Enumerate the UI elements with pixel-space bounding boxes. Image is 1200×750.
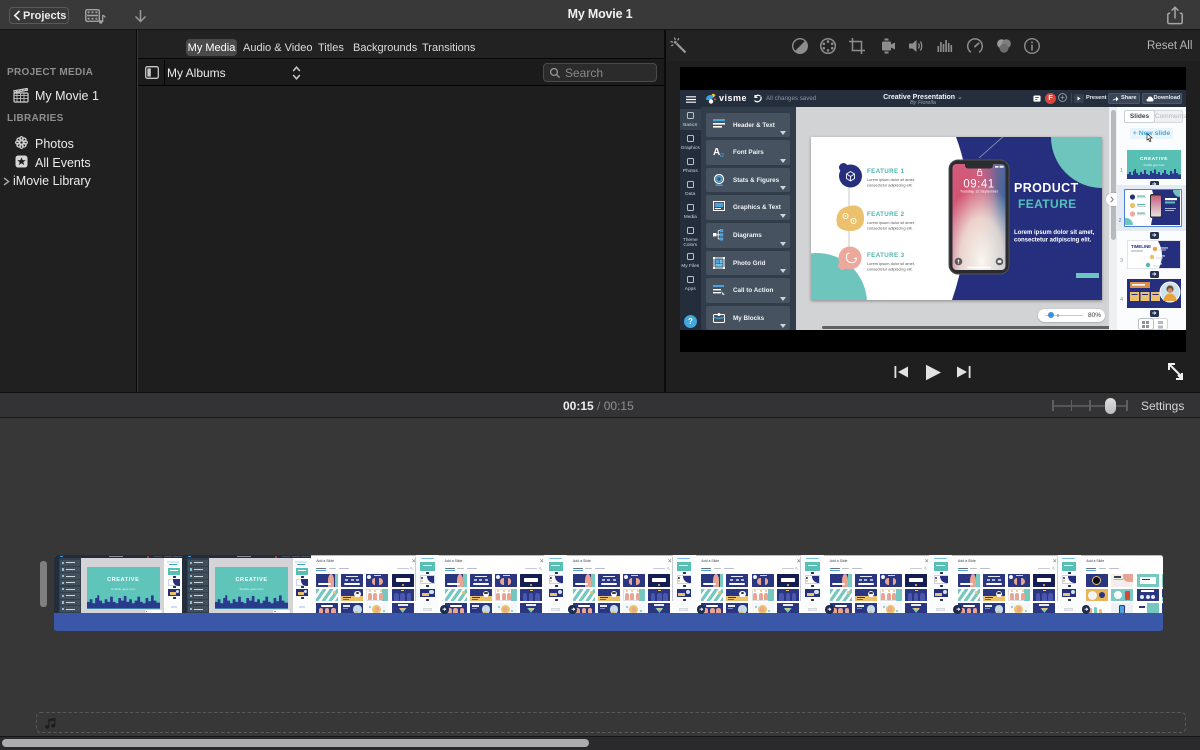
svg-text:consectetur adipiscing elit.: consectetur adipiscing elit. [867, 267, 913, 272]
svg-text:PRODUCT: PRODUCT [1014, 181, 1079, 195]
svg-text:FEATURE 2: FEATURE 2 [867, 211, 905, 218]
svg-text:Lorem ipsum dolor sit amet,: Lorem ipsum dolor sit amet, [867, 177, 915, 182]
svg-text:Lorem ipsum dolor sit amet,: Lorem ipsum dolor sit amet, [867, 220, 915, 225]
svg-text:a: a [720, 150, 724, 159]
svg-text:Tuesday, 12 September: Tuesday, 12 September [960, 190, 999, 194]
svg-text:TIMELINE: TIMELINE [1131, 244, 1151, 249]
svg-text:FEATURE 3: FEATURE 3 [867, 252, 905, 259]
svg-text:FEATURE 1: FEATURE 1 [867, 168, 905, 175]
svg-text:Lorem ipsum dolor sit amet,: Lorem ipsum dolor sit amet, [867, 261, 915, 266]
svg-text:consectetur adipiscing elit.: consectetur adipiscing elit. [1014, 238, 1092, 244]
svg-text:Lorem ipsum dolor sit amet,: Lorem ipsum dolor sit amet, [1014, 230, 1095, 236]
svg-text:consectetur adipiscing elit.: consectetur adipiscing elit. [867, 183, 913, 188]
svg-text:FEATURE: FEATURE [1018, 197, 1077, 211]
svg-text:consectetur adipiscing elit.: consectetur adipiscing elit. [867, 226, 913, 231]
